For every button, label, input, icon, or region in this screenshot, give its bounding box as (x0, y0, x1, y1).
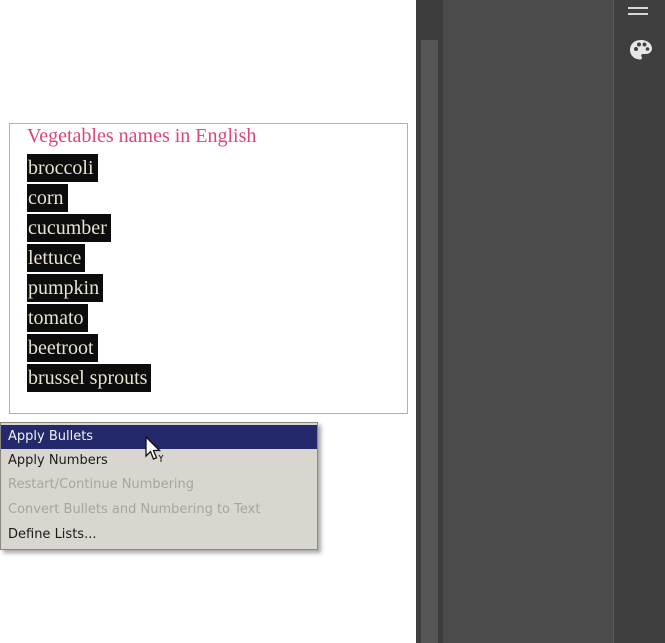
panel-dock (613, 0, 665, 643)
list-item[interactable]: corn (27, 184, 227, 212)
list-item[interactable]: beetroot (27, 334, 227, 362)
menu-item-define-lists[interactable]: Define Lists... (1, 523, 317, 547)
list-item-text: broccoli (27, 154, 98, 182)
palette-icon[interactable] (628, 38, 654, 62)
list-item-text: corn (27, 184, 68, 212)
list-item[interactable]: pumpkin (27, 274, 227, 302)
list-item[interactable]: brussel sprouts (27, 364, 227, 392)
scrollbar-thumb[interactable] (421, 40, 438, 643)
list-item-text: pumpkin (27, 274, 104, 302)
list-item-text: cucumber (27, 214, 111, 242)
list-item-text: brussel sprouts (27, 364, 152, 392)
text-frame[interactable]: Vegetables names in English broccoli cor… (9, 123, 408, 414)
list-item[interactable]: broccoli (27, 154, 227, 182)
list-item-text: beetroot (27, 334, 98, 362)
menu-item-convert-bullets-to-text[interactable]: Convert Bullets and Numbering to Text (1, 498, 317, 522)
frame-title: Vegetables names in English (27, 125, 257, 147)
list-item[interactable]: lettuce (27, 244, 227, 272)
list-item-text: lettuce (27, 244, 86, 272)
list-item[interactable]: tomato (27, 304, 227, 332)
mouse-pointer-icon (145, 436, 164, 462)
list-item[interactable]: cucumber (27, 214, 227, 242)
list-item-text: tomato (27, 304, 88, 332)
hamburger-menu-icon[interactable] (628, 6, 648, 20)
menu-item-restart-continue-numbering[interactable]: Restart/Continue Numbering (1, 473, 317, 497)
